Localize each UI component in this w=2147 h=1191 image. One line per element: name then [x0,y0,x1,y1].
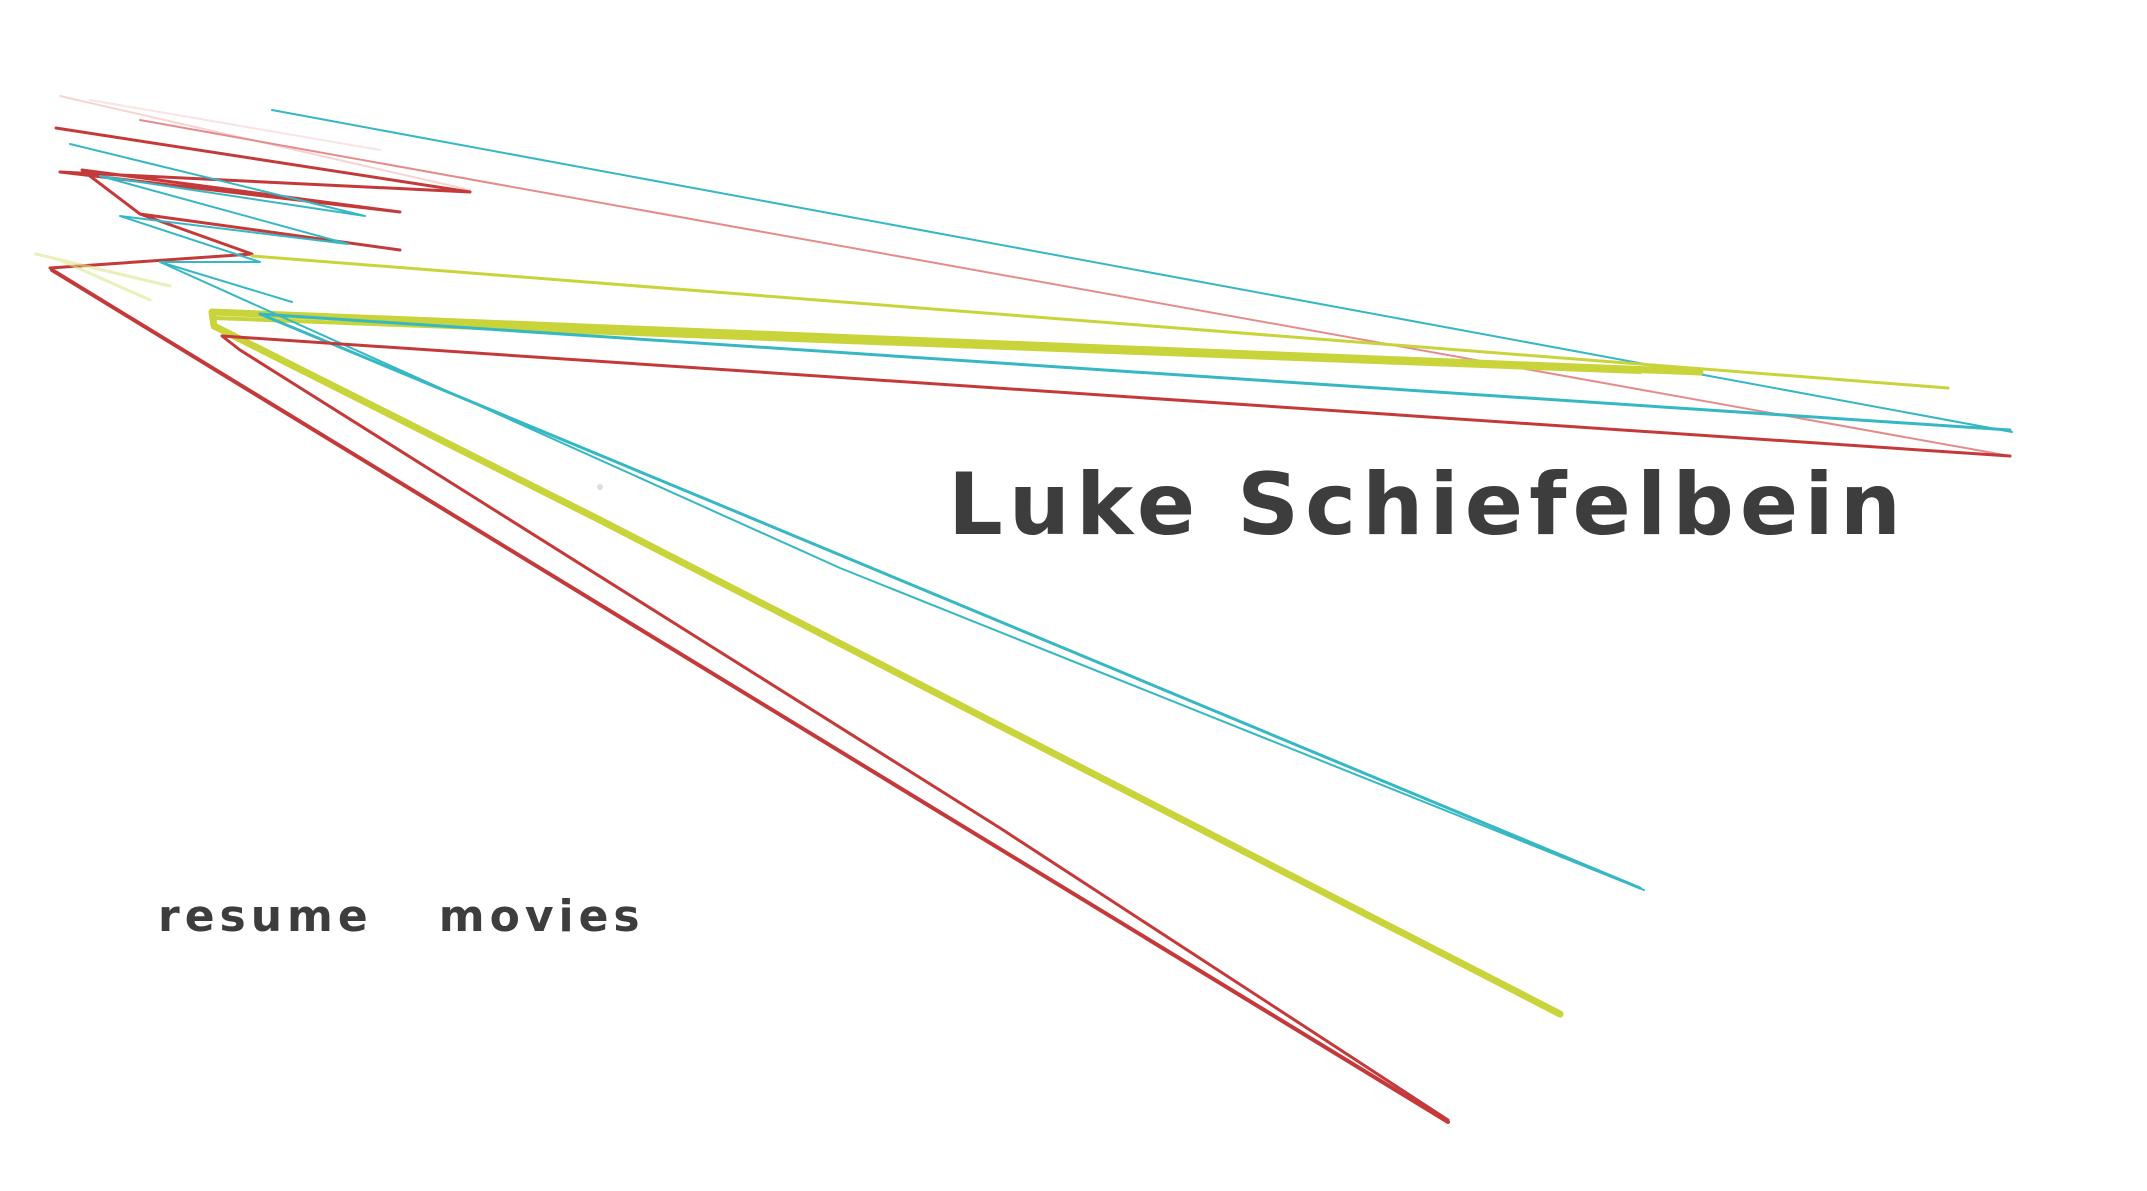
scribble-line-red-right [220,334,2012,1122]
nav-link-movies[interactable]: movies [439,895,645,939]
scribble-line-cyan-right [258,312,2012,890]
scribble-line-pink-faint-2 [89,99,381,151]
scribble-dot [597,484,603,490]
decorative-line-scribble [34,95,2013,1124]
site-title: Luke Schiefelbein [948,455,1907,555]
scribble-line-red-zigzag [48,126,472,270]
scribble-line-cyan-top [271,109,2013,433]
scribble-line-pink [139,119,2011,457]
scribble-line-red-diag [50,268,1450,1124]
nav-link-resume[interactable]: resume [158,895,373,939]
main-nav: resume movies [158,895,645,939]
